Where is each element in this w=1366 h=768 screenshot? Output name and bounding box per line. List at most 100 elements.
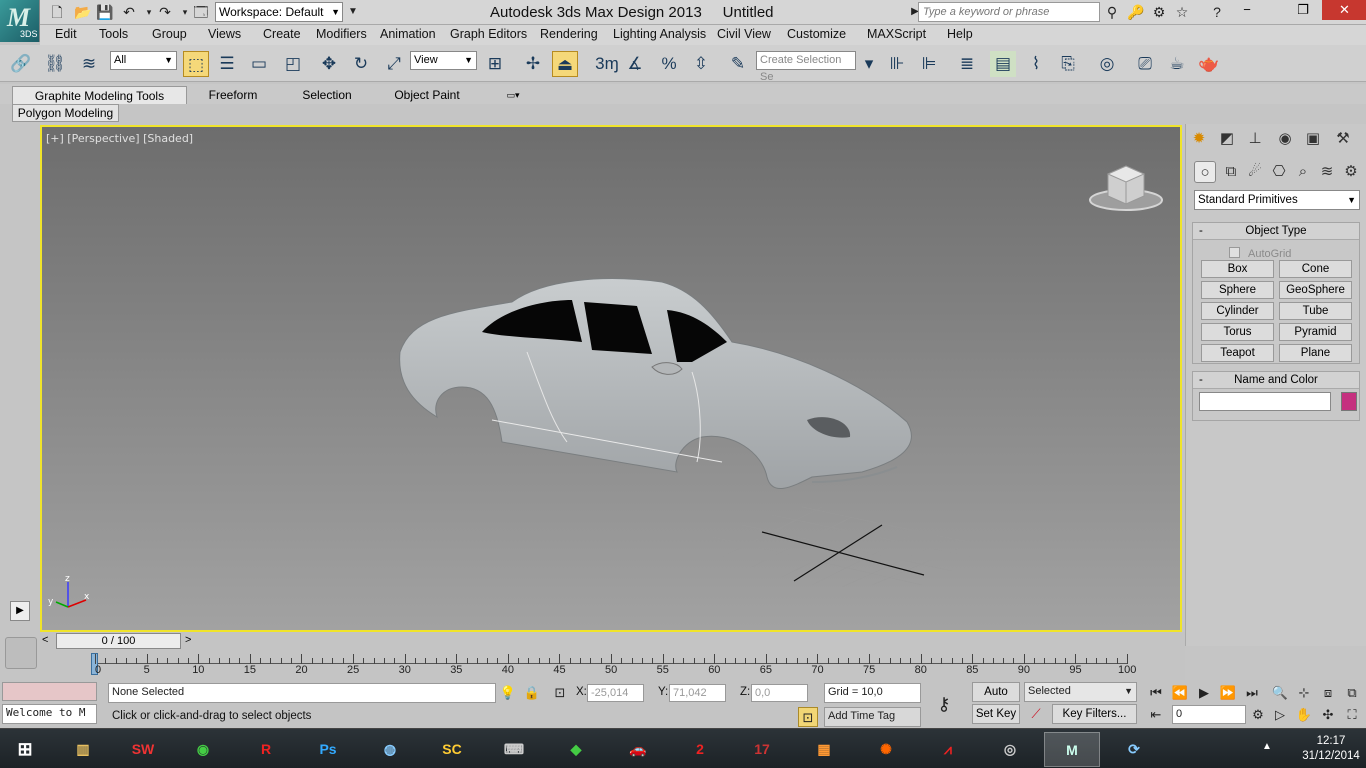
curve-editor-icon[interactable]: ⌇ bbox=[1023, 51, 1049, 77]
modify-panel-tab-icon[interactable]: ◩ bbox=[1216, 128, 1238, 150]
sync-app-icon[interactable]: ⟳ bbox=[1106, 732, 1162, 767]
viewport-layout-tab-icon[interactable]: ▶ bbox=[10, 601, 30, 621]
sims-icon[interactable]: ◆ bbox=[548, 732, 604, 767]
x-coordinate-field[interactable]: -25,014 bbox=[587, 684, 644, 702]
quick-access-menu-icon[interactable]: ▼ bbox=[344, 3, 362, 21]
tube-button[interactable]: Tube bbox=[1279, 302, 1352, 320]
key-filters-button[interactable]: Key Filters... bbox=[1052, 704, 1137, 724]
menu-lighting-analysis[interactable]: Lighting Analysis bbox=[613, 27, 706, 41]
render-production-icon[interactable]: 🫖 bbox=[1196, 51, 1222, 77]
key-mode-toggle-icon[interactable]: ⇤ bbox=[1146, 705, 1166, 725]
tab-object-paint[interactable]: Object Paint bbox=[386, 86, 468, 104]
menu-create[interactable]: Create bbox=[263, 27, 301, 41]
tab-freeform[interactable]: Freeform bbox=[198, 86, 268, 104]
menu-help[interactable]: Help bbox=[947, 27, 973, 41]
chrome-icon[interactable]: ◉ bbox=[175, 732, 231, 767]
favorites-star-icon[interactable]: ☆ bbox=[1173, 3, 1191, 21]
panel-polygon-modeling[interactable]: Polygon Modeling bbox=[12, 104, 119, 122]
redo-icon[interactable]: ↷ bbox=[156, 3, 174, 21]
render-setup-icon[interactable]: ⎚ bbox=[1132, 51, 1158, 77]
sphere-button[interactable]: Sphere bbox=[1201, 281, 1274, 299]
select-and-manipulate-icon[interactable]: ✢ bbox=[520, 51, 546, 77]
keyboard-shortcut-override-icon[interactable]: ⏏ bbox=[552, 51, 578, 77]
menu-group[interactable]: Group bbox=[152, 27, 187, 41]
object-name-input[interactable] bbox=[1199, 392, 1331, 411]
menu-rendering[interactable]: Rendering bbox=[540, 27, 598, 41]
menu-tools[interactable]: Tools bbox=[99, 27, 128, 41]
helpers-category-icon[interactable]: ⌕ bbox=[1292, 161, 1314, 183]
3d-app-icon[interactable]: ◍ bbox=[362, 732, 418, 767]
track-bar[interactable]: 0 5 10 15 20 25 30 35 40 45 50 55 60 65 70 75 80 85 90 95 10… bbox=[40, 650, 1185, 680]
open-file-icon[interactable]: 📂 bbox=[74, 3, 92, 21]
3ds-max-taskbar-icon[interactable]: M bbox=[1044, 732, 1100, 767]
zoom-icon[interactable]: 🔍 bbox=[1270, 683, 1290, 703]
menu-customize[interactable]: Customize bbox=[787, 27, 846, 41]
subscription-key-icon[interactable]: 🔑 bbox=[1127, 3, 1145, 21]
space-warps-category-icon[interactable]: ≋ bbox=[1316, 161, 1338, 183]
save-icon[interactable]: 💾 bbox=[96, 3, 114, 21]
previous-frame-button-icon[interactable]: ⏪ bbox=[1170, 683, 1190, 703]
rendered-frame-window-icon[interactable]: ☕ bbox=[1164, 51, 1190, 77]
schematic-view-icon[interactable]: ⎘ bbox=[1055, 51, 1081, 77]
orbit-icon[interactable]: ✣ bbox=[1318, 705, 1338, 725]
time-slider[interactable]: 0 / 100 bbox=[56, 633, 181, 649]
undo-icon[interactable]: ↶ bbox=[120, 3, 138, 21]
time-configuration-icon[interactable]: ⚙ bbox=[1248, 705, 1268, 725]
select-and-link-icon[interactable]: 🔗 bbox=[8, 51, 34, 77]
spinner-snap-icon[interactable]: ⇳ bbox=[688, 51, 714, 77]
isolate-selection-icon[interactable]: 💡 bbox=[498, 683, 518, 703]
maximize-button[interactable]: ❐ bbox=[1284, 0, 1322, 20]
next-frame-icon[interactable]: > bbox=[185, 634, 191, 646]
next-frame-button-icon[interactable]: ⏩ bbox=[1218, 683, 1238, 703]
menu-edit[interactable]: Edit bbox=[55, 27, 77, 41]
torus-button[interactable]: Torus bbox=[1201, 323, 1274, 341]
ribbon-options-icon[interactable]: ▭▾ bbox=[500, 86, 526, 104]
mini-listener-icon[interactable] bbox=[5, 637, 37, 669]
go-to-start-icon[interactable]: ⏮ bbox=[1146, 683, 1166, 703]
solidworks-icon[interactable]: SW bbox=[115, 732, 171, 767]
project-folder-icon[interactable]: 🗔 bbox=[192, 3, 210, 21]
car-body-model[interactable] bbox=[392, 272, 922, 512]
cone-button[interactable]: Cone bbox=[1279, 260, 1352, 278]
teapot-button[interactable]: Teapot bbox=[1201, 344, 1274, 362]
perspective-viewport[interactable]: [+] [Perspective] [Shaded] z x y bbox=[40, 125, 1182, 632]
f1-icon[interactable]: 17 bbox=[734, 732, 790, 767]
tab-graphite-modeling-tools[interactable]: Graphite Modeling Tools bbox=[12, 86, 187, 104]
system-clock[interactable]: 12:17 31/12/2014 bbox=[1300, 734, 1362, 764]
menu-animation[interactable]: Animation bbox=[380, 27, 436, 41]
viewport-label[interactable]: [+] [Perspective] [Shaded] bbox=[46, 132, 193, 145]
layer-manager-icon[interactable]: ≣ bbox=[954, 51, 980, 77]
selection-set-dropdown-icon[interactable]: ▾ bbox=[856, 51, 882, 77]
hierarchy-panel-tab-icon[interactable]: ⊥ bbox=[1244, 128, 1266, 150]
menu-views[interactable]: Views bbox=[208, 27, 241, 41]
named-selection-set-select[interactable]: Create Selection Se bbox=[756, 51, 856, 83]
new-file-icon[interactable]: 🗋 bbox=[48, 3, 66, 21]
plane-button[interactable]: Plane bbox=[1279, 344, 1352, 362]
geosphere-button[interactable]: GeoSphere bbox=[1279, 281, 1352, 299]
viewcube-icon[interactable] bbox=[1086, 160, 1166, 215]
search-input[interactable]: Type a keyword or phrase bbox=[918, 2, 1100, 22]
shapes-category-icon[interactable]: ⧉ bbox=[1220, 161, 1242, 183]
material-editor-icon[interactable]: ◎ bbox=[1094, 51, 1120, 77]
rfactor-icon[interactable]: R bbox=[238, 732, 294, 767]
maxscript-mini-listener[interactable]: Welcome to M bbox=[2, 704, 97, 724]
steering-app-icon[interactable]: ◎ bbox=[982, 732, 1038, 767]
menu-modifiers[interactable]: Modifiers bbox=[316, 27, 367, 41]
menu-graph-editors[interactable]: Graph Editors bbox=[450, 27, 527, 41]
reference-coordinate-select[interactable]: View ▼ bbox=[410, 51, 477, 70]
current-frame-field[interactable]: 0 bbox=[1172, 705, 1246, 724]
application-button[interactable]: M 3DS bbox=[0, 0, 40, 42]
workspace-select[interactable]: Workspace: Default ▼ bbox=[215, 2, 343, 22]
object-color-swatch[interactable] bbox=[1341, 392, 1357, 411]
menu-maxscript[interactable]: MAXScript bbox=[867, 27, 926, 41]
object-type-rollout-header[interactable]: - Object Type bbox=[1193, 223, 1359, 240]
tab-selection[interactable]: Selection bbox=[292, 86, 362, 104]
racing-game-icon[interactable]: 🚗 bbox=[610, 732, 666, 767]
pivot-point-center-icon[interactable]: ⊞ bbox=[482, 51, 508, 77]
cylinder-button[interactable]: Cylinder bbox=[1201, 302, 1274, 320]
percent-snap-icon[interactable]: % bbox=[656, 51, 682, 77]
rectangular-selection-icon[interactable]: ▭ bbox=[246, 51, 272, 77]
select-and-move-icon[interactable]: ✥ bbox=[316, 51, 342, 77]
create-panel-tab-icon[interactable]: ✹ bbox=[1188, 128, 1210, 150]
binoculars-icon[interactable]: ⚲ bbox=[1103, 3, 1121, 21]
